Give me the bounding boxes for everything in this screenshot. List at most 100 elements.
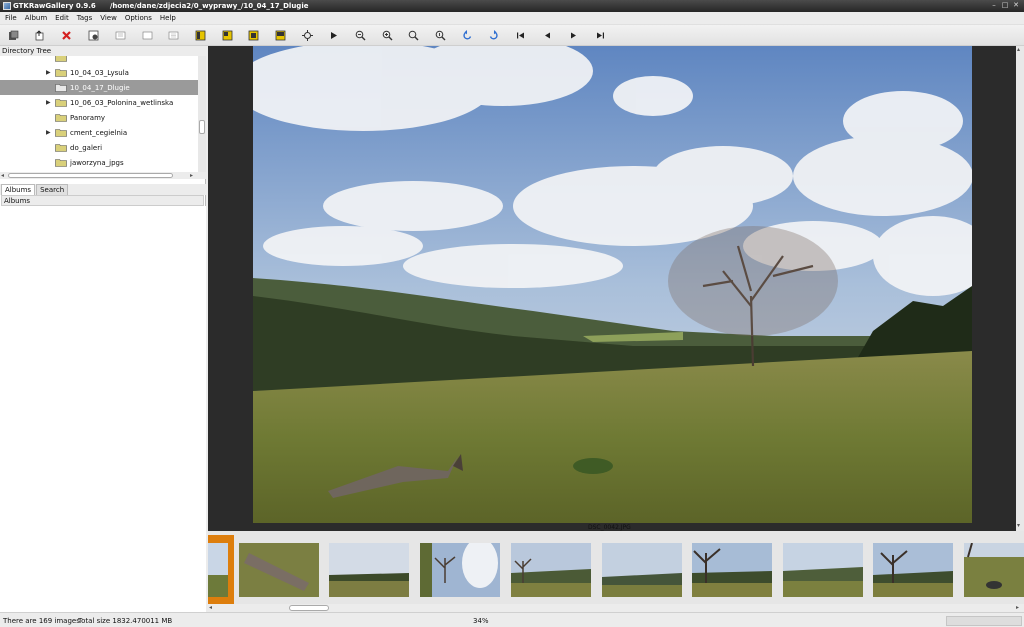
layout-1-icon[interactable] xyxy=(193,28,208,43)
tree-row-label: do_galeri xyxy=(70,143,103,152)
image-viewer[interactable]: DSC_0042.JPG xyxy=(208,46,1016,531)
import-icon[interactable] xyxy=(6,28,21,43)
rotate-right-icon[interactable] xyxy=(486,28,501,43)
main-photo xyxy=(253,46,972,523)
close-window-icon[interactable]: ✕ xyxy=(1012,1,1020,10)
tree-row[interactable]: do_galeri xyxy=(0,140,198,155)
thumbnail[interactable] xyxy=(602,543,682,597)
app-icon xyxy=(3,2,11,10)
tree-row[interactable]: ▶ 10_06_03_Polonina_wetlinska xyxy=(0,95,198,110)
menu-file[interactable]: File xyxy=(2,14,22,22)
tree-row-label: Panoramy xyxy=(70,113,106,122)
thumbnail[interactable] xyxy=(783,543,863,597)
tree-row-label: 10_06_03_Polonina_wetlinska xyxy=(70,98,174,107)
albums-column-header[interactable]: Albums xyxy=(1,195,204,206)
tab-albums[interactable]: Albums xyxy=(1,184,36,195)
thumbnail[interactable] xyxy=(329,543,409,597)
zoom-out-icon[interactable] xyxy=(353,28,368,43)
tree-row[interactable]: ▶ cment_cegielnia xyxy=(0,125,198,140)
expander-icon[interactable]: ▶ xyxy=(46,69,51,76)
app-title: GTKRawGallery 0.9.6 xyxy=(13,2,96,10)
expander-icon[interactable]: ▶ xyxy=(46,129,51,136)
zoom-fit-icon[interactable] xyxy=(406,28,421,43)
last-icon[interactable] xyxy=(593,28,608,43)
expander-icon[interactable]: ▶ xyxy=(46,99,51,106)
scroll-right-icon[interactable]: ▸ xyxy=(190,172,193,179)
thumbnail-scrollbar[interactable]: ◂ ▸ xyxy=(208,604,1024,612)
left-panel: Directory Tree ▶ 10_04_03_Lysula 10_04_1… xyxy=(0,46,206,612)
export-icon[interactable] xyxy=(32,28,47,43)
tree-row[interactable]: ▶ 10_04_03_Lysula xyxy=(0,65,198,80)
image-caption: DSC_0042.JPG xyxy=(588,524,631,531)
fit-icon[interactable] xyxy=(300,28,315,43)
delete-icon[interactable] xyxy=(59,28,74,43)
zoom-level: 34% xyxy=(473,617,489,625)
scroll-thumb[interactable] xyxy=(199,120,205,134)
scroll-down-icon[interactable]: ▾ xyxy=(1017,522,1020,529)
thumbnail[interactable] xyxy=(511,543,591,597)
tree-row-label: jaworzyna_jpgs xyxy=(70,158,124,167)
menu-view[interactable]: View xyxy=(97,14,122,22)
menu-tags[interactable]: Tags xyxy=(74,14,98,22)
thumbnail[interactable] xyxy=(239,543,319,597)
thumbnail[interactable] xyxy=(964,543,1024,597)
list-view-icon[interactable] xyxy=(166,28,181,43)
tree-row-label: 10_04_03_Lysula xyxy=(70,68,129,77)
prev-icon[interactable] xyxy=(540,28,555,43)
menu-bar: File Album Edit Tags View Options Help xyxy=(0,12,1024,25)
folder-icon xyxy=(55,114,67,122)
image-count: There are 169 images xyxy=(3,617,80,625)
scroll-thumb[interactable] xyxy=(8,173,173,178)
blank-view-icon[interactable] xyxy=(140,28,155,43)
tree-row[interactable]: Panoramy xyxy=(0,110,198,125)
thumbnail-strip[interactable] xyxy=(208,531,1024,604)
scroll-thumb[interactable] xyxy=(289,605,329,611)
folder-icon xyxy=(55,144,67,152)
tree-row[interactable]: jaworzyna_jpgs xyxy=(0,155,198,170)
tree-row-label: cment_cegielnia xyxy=(70,128,128,137)
tree-vertical-scrollbar[interactable] xyxy=(198,56,206,174)
albums-list[interactable] xyxy=(0,206,206,612)
folder-icon xyxy=(55,56,67,62)
layout-2-icon[interactable] xyxy=(220,28,235,43)
directory-tree[interactable]: ▶ 10_04_03_Lysula 10_04_17_Dlugie ▶ 10_0… xyxy=(0,56,198,174)
scroll-right-icon[interactable]: ▸ xyxy=(1016,604,1019,611)
folder-icon xyxy=(55,129,67,137)
thumbnail[interactable] xyxy=(420,543,500,597)
scroll-up-icon[interactable]: ▴ xyxy=(1017,46,1020,53)
scroll-left-icon[interactable]: ◂ xyxy=(1,172,4,179)
thumbnail[interactable] xyxy=(692,543,772,597)
menu-album[interactable]: Album xyxy=(22,14,52,22)
menu-help[interactable]: Help xyxy=(157,14,181,22)
status-bar: There are 169 images Total size 1832.470… xyxy=(0,612,1024,627)
maximize-icon[interactable]: □ xyxy=(1001,1,1009,10)
directory-tree-header: Directory Tree xyxy=(0,46,206,56)
left-tabs: Albums Search xyxy=(0,184,206,195)
layout-3-icon[interactable] xyxy=(246,28,261,43)
thumbnail-current[interactable] xyxy=(208,535,234,604)
toolbar xyxy=(0,25,1024,46)
tree-row-partial[interactable] xyxy=(0,56,198,65)
new-folder-icon[interactable] xyxy=(86,28,101,43)
minimize-icon[interactable]: – xyxy=(990,1,998,10)
viewer-vertical-scrollbar[interactable]: ▴ ▾ xyxy=(1016,46,1024,531)
zoom-in-icon[interactable] xyxy=(380,28,395,43)
menu-options[interactable]: Options xyxy=(122,14,157,22)
thumbnail[interactable] xyxy=(873,543,953,597)
tree-row-selected[interactable]: 10_04_17_Dlugie xyxy=(0,80,198,95)
scroll-left-icon[interactable]: ◂ xyxy=(209,604,212,611)
folder-icon xyxy=(55,69,67,77)
menu-edit[interactable]: Edit xyxy=(52,14,74,22)
tree-row-label: 10_04_17_Dlugie xyxy=(70,83,130,92)
grid-view-icon[interactable] xyxy=(113,28,128,43)
tab-search[interactable]: Search xyxy=(36,184,69,195)
play-icon[interactable] xyxy=(326,28,341,43)
window-path: /home/dane/zdjecia2/0_wyprawy_/10_04_17_… xyxy=(109,2,309,10)
layout-4-icon[interactable] xyxy=(273,28,288,43)
next-icon[interactable] xyxy=(566,28,581,43)
tree-horizontal-scrollbar[interactable]: ◂ ▸ xyxy=(0,172,206,179)
title-bar: GTKRawGallery 0.9.6 /home/dane/zdjecia2/… xyxy=(0,0,1024,12)
zoom-100-icon[interactable] xyxy=(433,28,448,43)
first-icon[interactable] xyxy=(513,28,528,43)
rotate-left-icon[interactable] xyxy=(460,28,475,43)
